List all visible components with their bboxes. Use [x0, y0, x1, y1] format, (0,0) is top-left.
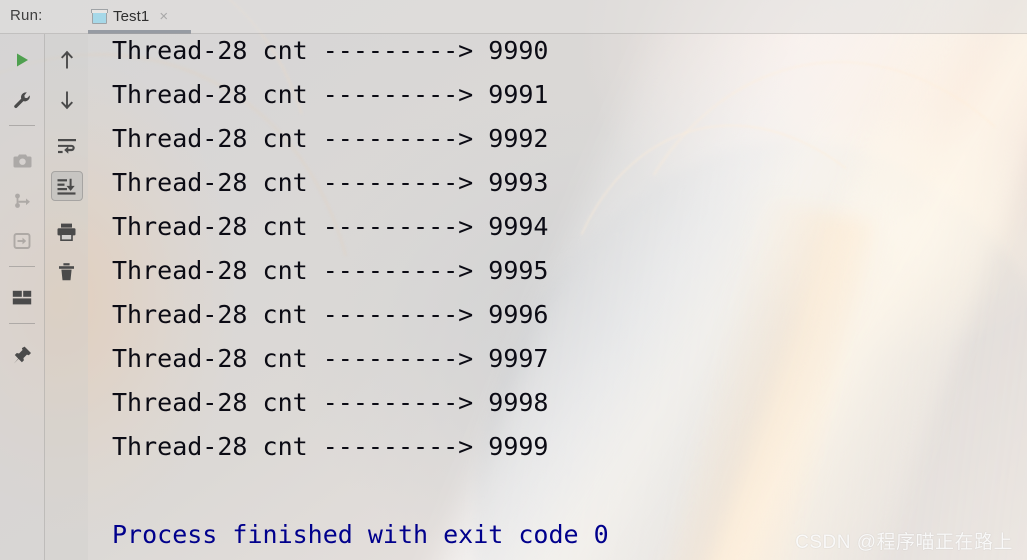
export-button[interactable] — [0, 221, 44, 261]
run-header: Run: Test1 × — [0, 0, 1027, 33]
down-button[interactable] — [45, 80, 89, 120]
console-line: Thread-28 cnt ---------> 9999 — [112, 432, 549, 461]
run-label: Run: — [10, 7, 43, 24]
run-tool-window: Run: Test1 × Thread-28 cnt ---------> 99… — [0, 0, 1027, 560]
tab-label: Test1 — [113, 8, 150, 25]
toolbar-divider-2 — [9, 266, 35, 267]
toolbar-divider-3 — [9, 323, 35, 324]
layout-button[interactable] — [0, 278, 44, 318]
console-line: Thread-28 cnt ---------> 9998 — [112, 388, 549, 417]
clear-all-button[interactable] — [45, 252, 89, 292]
close-icon[interactable]: × — [159, 9, 168, 24]
up-button[interactable] — [45, 40, 89, 80]
edit-config-button[interactable] — [0, 80, 44, 120]
print-button[interactable] — [45, 212, 89, 252]
console-line: Thread-28 cnt ---------> 9994 — [112, 212, 549, 241]
run-config-icon — [91, 8, 108, 24]
console-line-exit: Process finished with exit code 0 — [112, 520, 609, 549]
tab-test1[interactable]: Test1 × — [86, 3, 174, 30]
console-line: Thread-28 cnt ---------> 9993 — [112, 168, 549, 197]
console-output[interactable]: Thread-28 cnt ---------> 9990 Thread-28 … — [88, 34, 1027, 560]
console-line: Thread-28 cnt ---------> 9992 — [112, 124, 549, 153]
console-line: Thread-28 cnt ---------> 9995 — [112, 256, 549, 285]
scroll-to-end-button[interactable] — [50, 171, 83, 201]
console-line: Thread-28 cnt ---------> 9990 — [112, 36, 549, 65]
rerun-button[interactable] — [0, 40, 44, 80]
soft-wrap-button[interactable] — [45, 126, 89, 166]
console-line: Thread-28 cnt ---------> 9997 — [112, 344, 549, 373]
run-toolbar-left — [0, 34, 44, 560]
screenshot-button[interactable] — [0, 141, 44, 181]
pin-tab-button[interactable] — [0, 335, 44, 375]
dump-threads-button[interactable] — [0, 181, 44, 221]
toolbar-divider-1 — [9, 125, 35, 126]
run-toolbar-right — [44, 34, 88, 560]
console-line: Thread-28 cnt ---------> 9991 — [112, 80, 549, 109]
console-line: Thread-28 cnt ---------> 9996 — [112, 300, 549, 329]
